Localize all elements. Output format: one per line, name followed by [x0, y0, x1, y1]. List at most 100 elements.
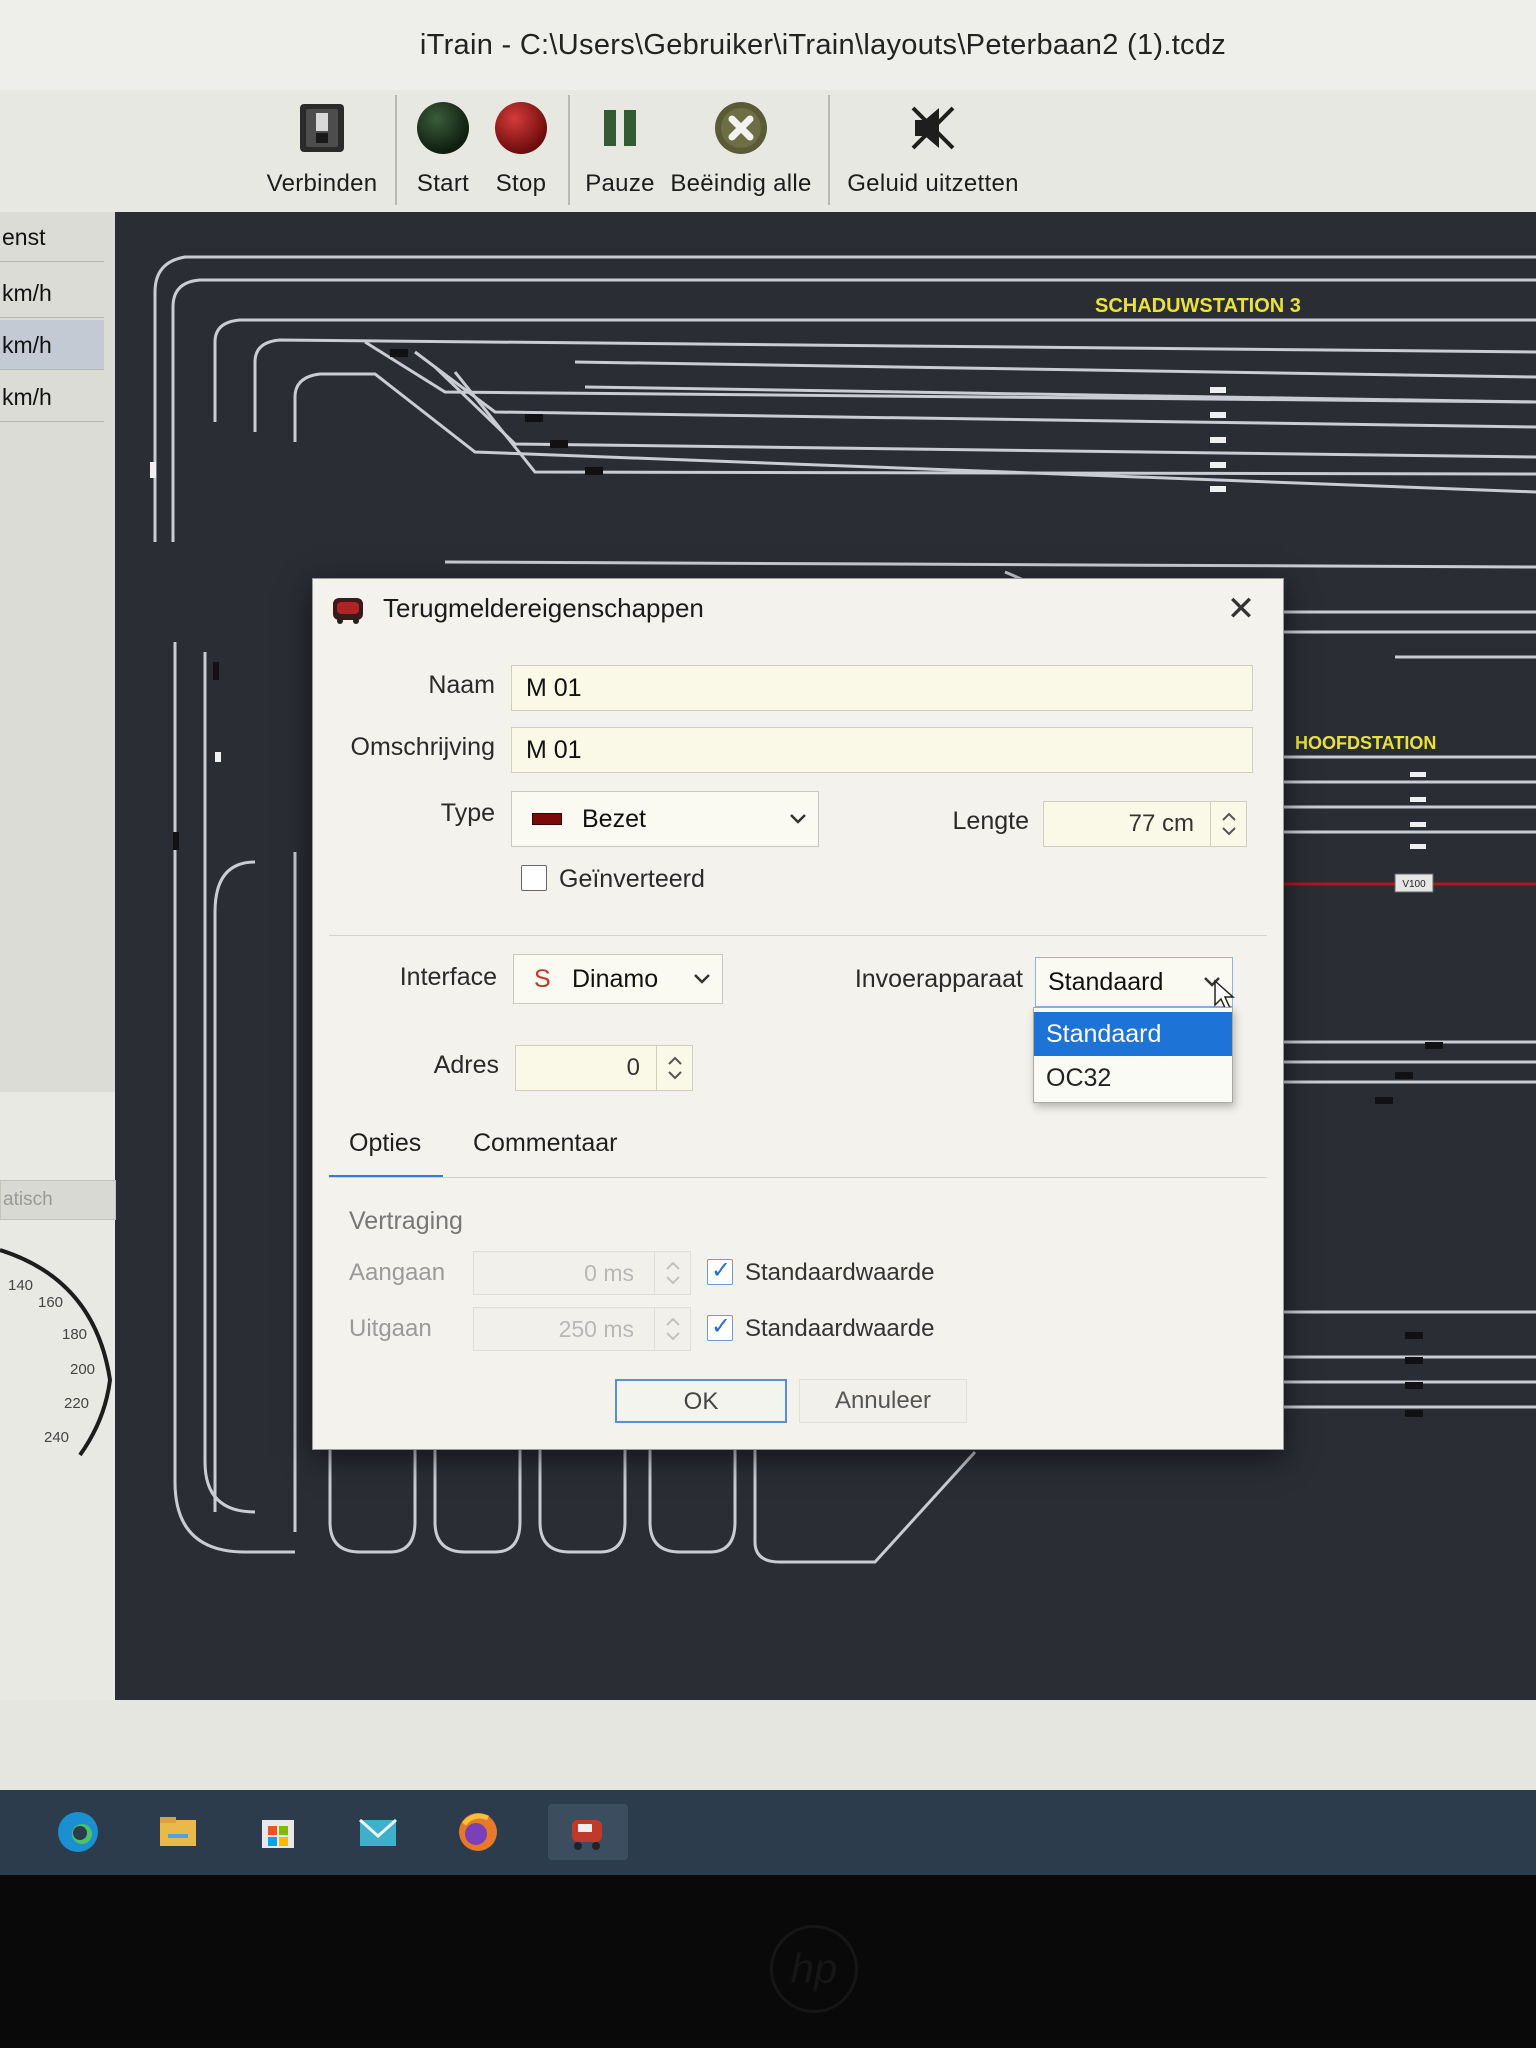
- inverted-checkbox[interactable]: [521, 865, 547, 891]
- interface-type-badge: S: [534, 965, 551, 993]
- speed-tick-label: 180: [62, 1326, 87, 1343]
- mail-icon[interactable]: [350, 1804, 406, 1860]
- description-label: Omschrijving: [350, 733, 495, 761]
- feedback-properties-dialog: Terugmeldereigenschappen ✕ Naam M 01 Oms…: [312, 578, 1284, 1450]
- speedometer: 140 160 180 200 220 240: [0, 1240, 128, 1480]
- cancel-button[interactable]: Annuleer: [799, 1379, 967, 1423]
- on-delay-field[interactable]: 0 ms: [473, 1251, 691, 1295]
- firefox-icon[interactable]: [450, 1804, 506, 1860]
- toolbar: Verbinden Start Stop Pauze Beëindig alle…: [0, 90, 1536, 215]
- input-device-option[interactable]: OC32: [1034, 1056, 1232, 1100]
- name-label: Naam: [428, 671, 495, 699]
- description-field[interactable]: M 01: [511, 727, 1253, 773]
- name-field[interactable]: M 01: [511, 665, 1253, 711]
- input-device-value: Standaard: [1048, 968, 1164, 996]
- off-delay-value: 250 ms: [558, 1316, 634, 1342]
- length-value: 77 cm: [1128, 810, 1194, 837]
- delay-heading: Vertraging: [349, 1207, 463, 1235]
- interface-value: Dinamo: [572, 965, 659, 993]
- pause-button[interactable]: Pauze: [582, 90, 658, 210]
- connect-label: Verbinden: [266, 170, 378, 197]
- locomotive-panel: enst km/h km/h km/h: [0, 212, 128, 1092]
- hp-logo-icon: hp: [770, 1925, 858, 2013]
- close-icon[interactable]: ✕: [1221, 589, 1261, 629]
- occupied-color-icon: [532, 813, 562, 825]
- status-area: [0, 1700, 1536, 1790]
- speed-tick-label: 140: [8, 1277, 33, 1294]
- input-device-label: Invoerapparaat: [854, 965, 1023, 993]
- type-value: Bezet: [582, 805, 646, 833]
- ok-button[interactable]: OK: [615, 1379, 787, 1423]
- stop-button[interactable]: Stop: [488, 90, 554, 210]
- interface-label: Interface: [399, 963, 497, 991]
- tab-divider: [329, 1177, 1267, 1178]
- on-default-checkbox[interactable]: [707, 1256, 733, 1285]
- pause-icon: [592, 100, 648, 156]
- off-default-label: Standaardwaarde: [745, 1315, 935, 1342]
- signal-speed-label: V100: [1402, 879, 1426, 890]
- off-delay-field[interactable]: 250 ms: [473, 1307, 691, 1351]
- file-explorer-icon[interactable]: [150, 1804, 206, 1860]
- store-icon[interactable]: [250, 1804, 306, 1860]
- off-delay-stepper[interactable]: [654, 1308, 690, 1350]
- connect-button[interactable]: Verbinden: [262, 90, 382, 210]
- itrain-icon[interactable]: [548, 1804, 628, 1860]
- type-label: Type: [440, 799, 495, 827]
- mode-dropdown[interactable]: atisch: [0, 1180, 116, 1220]
- mute-label: Geluid uitzetten: [847, 170, 1019, 197]
- itrain-window: iTrain - C:\Users\Gebruiker\iTrain\layou…: [0, 0, 1536, 1790]
- on-delay-label: Aangaan: [349, 1259, 446, 1286]
- address-field[interactable]: 0: [515, 1045, 693, 1091]
- toolbar-separator: [568, 95, 570, 205]
- speed-tick-label: 160: [38, 1294, 63, 1311]
- end-all-label: Beëindig alle: [670, 170, 812, 197]
- edge-icon[interactable]: [50, 1804, 106, 1860]
- input-device-options-list: Standaard OC32: [1033, 1007, 1233, 1103]
- speed-tick-label: 240: [44, 1429, 69, 1446]
- dialog-title: Terugmeldereigenschappen: [383, 593, 704, 623]
- type-dropdown[interactable]: Bezet: [511, 791, 819, 847]
- tab-opties[interactable]: Opties: [349, 1129, 421, 1158]
- cancel-circle-icon: [713, 100, 769, 156]
- length-label: Lengte: [952, 807, 1029, 835]
- pause-label: Pauze: [585, 170, 655, 197]
- speed-tick-label: 220: [64, 1395, 89, 1412]
- windows-taskbar: [0, 1790, 1536, 1875]
- dialog-title-bar: Terugmeldereigenschappen ✕: [313, 579, 1283, 641]
- on-delay-stepper[interactable]: [654, 1252, 690, 1294]
- stop-light-icon: [493, 100, 549, 156]
- off-default-checkbox[interactable]: [707, 1312, 733, 1341]
- start-label: Start: [416, 170, 470, 197]
- itrain-app-icon: [331, 592, 367, 626]
- input-device-dropdown[interactable]: Standaard: [1035, 957, 1233, 1007]
- length-stepper[interactable]: [1210, 802, 1246, 846]
- interface-dropdown[interactable]: S Dinamo: [513, 954, 723, 1004]
- address-label: Adres: [433, 1051, 499, 1079]
- speed-header: enst: [0, 212, 104, 262]
- input-device-option[interactable]: Standaard: [1034, 1012, 1232, 1056]
- stop-label: Stop: [495, 170, 547, 197]
- start-button[interactable]: Start: [410, 90, 476, 210]
- toolbar-separator: [828, 95, 830, 205]
- speed-row[interactable]: km/h: [0, 372, 104, 422]
- start-light-icon: [415, 100, 471, 156]
- inverted-label: Geïnverteerd: [559, 865, 705, 893]
- off-delay-label: Uitgaan: [349, 1315, 432, 1342]
- station-label: HOOFDSTATION: [1295, 733, 1436, 753]
- power-switch-icon: [294, 100, 350, 156]
- chevron-down-icon: [788, 792, 808, 866]
- tab-commentaar[interactable]: Commentaar: [473, 1129, 618, 1158]
- laptop-bezel: [0, 1875, 1536, 2048]
- mute-speaker-icon: [905, 100, 961, 156]
- end-all-button[interactable]: Beëindig alle: [668, 90, 814, 210]
- length-field[interactable]: 77 cm: [1043, 801, 1247, 847]
- speed-row[interactable]: km/h: [0, 320, 104, 370]
- mute-button[interactable]: Geluid uitzetten: [844, 90, 1022, 210]
- on-default-label: Standaardwaarde: [745, 1259, 935, 1286]
- speed-row[interactable]: km/h: [0, 268, 104, 318]
- on-delay-value: 0 ms: [584, 1260, 634, 1286]
- address-stepper[interactable]: [656, 1046, 692, 1090]
- window-title: iTrain - C:\Users\Gebruiker\iTrain\layou…: [419, 28, 1227, 61]
- toolbar-separator: [395, 95, 397, 205]
- chevron-down-icon: [692, 955, 712, 1020]
